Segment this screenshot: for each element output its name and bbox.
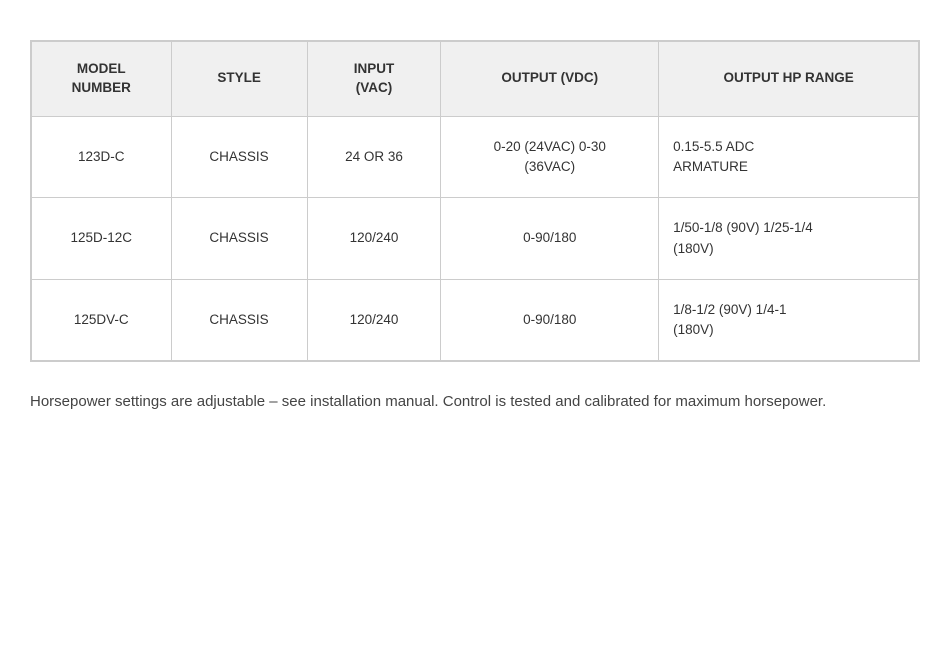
col-header-output-vdc: OUTPUT (VDC) <box>441 42 659 117</box>
cell-output-vdc: 0-20 (24VAC) 0-30(36VAC) <box>441 116 659 198</box>
cell-input: 120/240 <box>307 279 441 361</box>
table-row: 123D-CCHASSIS24 OR 360-20 (24VAC) 0-30(3… <box>32 116 919 198</box>
table-row: 125DV-CCHASSIS120/2400-90/1801/8-1/2 (90… <box>32 279 919 361</box>
cell-input: 24 OR 36 <box>307 116 441 198</box>
table-wrapper: MODELNUMBER STYLE INPUT(VAC) OUTPUT (VDC… <box>30 40 920 362</box>
cell-output-hp: 1/50-1/8 (90V) 1/25-1/4(180V) <box>659 198 919 280</box>
table-row: 125D-12CCHASSIS120/2400-90/1801/50-1/8 (… <box>32 198 919 280</box>
cell-output-vdc: 0-90/180 <box>441 279 659 361</box>
cell-model: 125D-12C <box>32 198 172 280</box>
col-header-input: INPUT(VAC) <box>307 42 441 117</box>
cell-style: CHASSIS <box>171 116 307 198</box>
col-header-output-hp: OUTPUT HP RANGE <box>659 42 919 117</box>
col-header-model: MODELNUMBER <box>32 42 172 117</box>
cell-style: CHASSIS <box>171 198 307 280</box>
table-header-row: MODELNUMBER STYLE INPUT(VAC) OUTPUT (VDC… <box>32 42 919 117</box>
cell-output-hp: 1/8-1/2 (90V) 1/4-1(180V) <box>659 279 919 361</box>
col-header-style: STYLE <box>171 42 307 117</box>
product-table: MODELNUMBER STYLE INPUT(VAC) OUTPUT (VDC… <box>31 41 919 361</box>
cell-style: CHASSIS <box>171 279 307 361</box>
cell-output-vdc: 0-90/180 <box>441 198 659 280</box>
footnote-text: Horsepower settings are adjustable – see… <box>30 390 890 414</box>
cell-model: 123D-C <box>32 116 172 198</box>
cell-model: 125DV-C <box>32 279 172 361</box>
cell-output-hp: 0.15-5.5 ADCARMATURE <box>659 116 919 198</box>
cell-input: 120/240 <box>307 198 441 280</box>
